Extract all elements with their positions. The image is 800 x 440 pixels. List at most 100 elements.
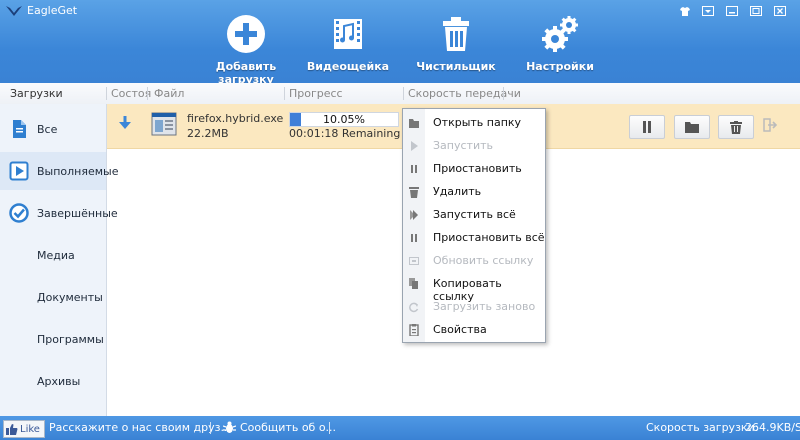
status-divider bbox=[329, 422, 330, 434]
menu-item-pause-all[interactable]: Приостановить всё bbox=[403, 227, 545, 249]
sidebar-item-label: Программы bbox=[37, 332, 104, 346]
folder-icon bbox=[409, 119, 419, 128]
play-icon bbox=[411, 141, 418, 151]
video-sniffer-label: Видеощейка bbox=[306, 60, 390, 73]
cleaner-label: Чистильщик bbox=[416, 60, 496, 73]
menu-item-label: Приостановить всё bbox=[433, 231, 545, 244]
pause-button[interactable] bbox=[629, 115, 665, 139]
remaining-time: 00:01:18 Remaining bbox=[289, 127, 401, 140]
menu-item-refresh-link[interactable]: Обновить ссылку bbox=[403, 250, 545, 272]
sidebar-item-all[interactable]: Все bbox=[0, 110, 106, 148]
share-link[interactable]: Расскажите о нас своим друз... bbox=[49, 421, 231, 434]
video-sniffer-button[interactable]: Видеощейка bbox=[293, 14, 403, 76]
trash-icon bbox=[409, 187, 419, 198]
close-icon[interactable] bbox=[771, 4, 789, 18]
status-bar: Like Расскажите о нас своим друз... Сооб… bbox=[0, 416, 800, 440]
open-folder-button[interactable] bbox=[674, 115, 710, 139]
open-file-icon[interactable] bbox=[763, 118, 779, 132]
file-size: 22.2MB bbox=[187, 127, 229, 140]
sidebar-item-label: Все bbox=[37, 122, 58, 136]
speed-label: Скорость загрузки: bbox=[646, 421, 759, 434]
sidebar-item-label: Выполняемые bbox=[37, 164, 119, 178]
sidebar-item-label: Медиа bbox=[37, 248, 75, 262]
menu-icon[interactable] bbox=[699, 4, 717, 18]
pause-icon bbox=[411, 165, 417, 173]
reload-icon bbox=[409, 302, 419, 313]
settings-button[interactable]: Настройки bbox=[505, 14, 615, 76]
properties-icon bbox=[409, 324, 419, 336]
column-divider[interactable] bbox=[284, 87, 285, 100]
menu-item-copy-link[interactable]: Копировать ссылку bbox=[403, 273, 545, 303]
film-music-icon bbox=[334, 19, 362, 49]
file-icon bbox=[13, 120, 26, 138]
menu-item-label: Запустить всё bbox=[433, 208, 516, 221]
sidebar-item-label: Архивы bbox=[37, 374, 81, 388]
menu-item-label: Свойства bbox=[433, 323, 487, 336]
folder-icon bbox=[685, 122, 699, 133]
column-divider[interactable] bbox=[403, 87, 404, 100]
trash-icon bbox=[443, 17, 469, 51]
progress-percent: 10.05% bbox=[323, 113, 365, 126]
pause-icon bbox=[643, 121, 651, 133]
maximize-icon[interactable] bbox=[747, 4, 765, 18]
like-button[interactable]: Like bbox=[3, 420, 45, 438]
check-circle-icon bbox=[9, 203, 29, 223]
menu-item-start[interactable]: Запустить bbox=[403, 135, 545, 157]
gear-icon bbox=[542, 16, 578, 52]
sidebar-item-label: Завершённые bbox=[37, 206, 118, 220]
app-title: EagleGet bbox=[27, 4, 78, 17]
menu-item-label: Загрузить заново bbox=[433, 300, 536, 313]
add-download-button[interactable]: Добавить загрузку bbox=[191, 14, 301, 86]
sidebar-item-programs[interactable]: Программы bbox=[0, 320, 106, 358]
menu-item-label: Удалить bbox=[433, 185, 482, 198]
like-label: Like bbox=[20, 423, 40, 435]
menu-item-start-all[interactable]: Запустить всё bbox=[403, 204, 545, 226]
download-arrow-icon bbox=[119, 116, 131, 129]
toolbar: EagleGet Добавить загрузку Видеощейка Чи… bbox=[0, 0, 800, 86]
column-divider bbox=[106, 87, 107, 100]
minimize-icon[interactable] bbox=[723, 4, 741, 18]
plus-circle-icon bbox=[227, 15, 265, 53]
status-column-header[interactable]: Состоя bbox=[111, 87, 151, 100]
menu-item-delete[interactable]: Удалить bbox=[403, 181, 545, 203]
thumbs-up-icon bbox=[6, 423, 18, 435]
sidebar-item-label: Документы bbox=[37, 290, 103, 304]
delete-button[interactable] bbox=[718, 115, 754, 139]
downloads-header: Загрузки bbox=[10, 87, 63, 100]
column-header-row: Загрузки Состоя Файл Прогресс Скорость п… bbox=[0, 83, 800, 105]
sidebar-item-documents[interactable]: Документы bbox=[0, 278, 106, 316]
status-divider bbox=[210, 422, 211, 434]
menu-item-properties[interactable]: Свойства bbox=[403, 319, 545, 341]
speed-value: 264.9KB/S bbox=[745, 421, 800, 434]
sidebar-item-completed[interactable]: Завершённые bbox=[0, 194, 118, 232]
sidebar-item-running[interactable]: Выполняемые bbox=[0, 152, 119, 190]
context-menu: Открыть папку Запустить Приостановить Уд… bbox=[402, 108, 546, 343]
menu-item-label: Приостановить bbox=[433, 162, 522, 175]
menu-item-label: Обновить ссылку bbox=[433, 254, 534, 267]
settings-label: Настройки bbox=[526, 60, 594, 73]
sidebar-item-media[interactable]: Медиа bbox=[0, 236, 106, 274]
sidebar-item-archives[interactable]: Архивы bbox=[0, 362, 106, 400]
exe-file-icon bbox=[151, 112, 177, 136]
cleaner-button[interactable]: Чистильщик bbox=[401, 14, 511, 76]
report-bug-link[interactable]: Сообщить об о... bbox=[240, 421, 336, 434]
play-all-icon bbox=[410, 210, 418, 220]
refresh-link-icon bbox=[409, 257, 419, 265]
menu-item-redownload[interactable]: Загрузить заново bbox=[403, 296, 545, 318]
trash-icon bbox=[730, 120, 742, 134]
bug-icon bbox=[223, 421, 236, 433]
skin-icon[interactable] bbox=[676, 4, 694, 18]
menu-item-label: Открыть папку bbox=[433, 116, 522, 129]
sidebar: Все Выполняемые Завершённые Медиа Докуме… bbox=[0, 104, 119, 416]
play-icon bbox=[9, 161, 29, 181]
pause-all-icon bbox=[411, 234, 417, 242]
menu-item-label: Запустить bbox=[433, 139, 493, 152]
menu-item-open-folder[interactable]: Открыть папку bbox=[403, 112, 545, 134]
progress-column-header[interactable]: Прогресс bbox=[289, 87, 343, 100]
column-divider[interactable] bbox=[147, 87, 148, 100]
eagle-logo-icon bbox=[6, 6, 22, 16]
file-column-header[interactable]: Файл bbox=[154, 87, 184, 100]
progress-bar: 10.05% bbox=[289, 112, 399, 127]
menu-item-pause[interactable]: Приостановить bbox=[403, 158, 545, 180]
column-divider[interactable] bbox=[503, 87, 504, 100]
